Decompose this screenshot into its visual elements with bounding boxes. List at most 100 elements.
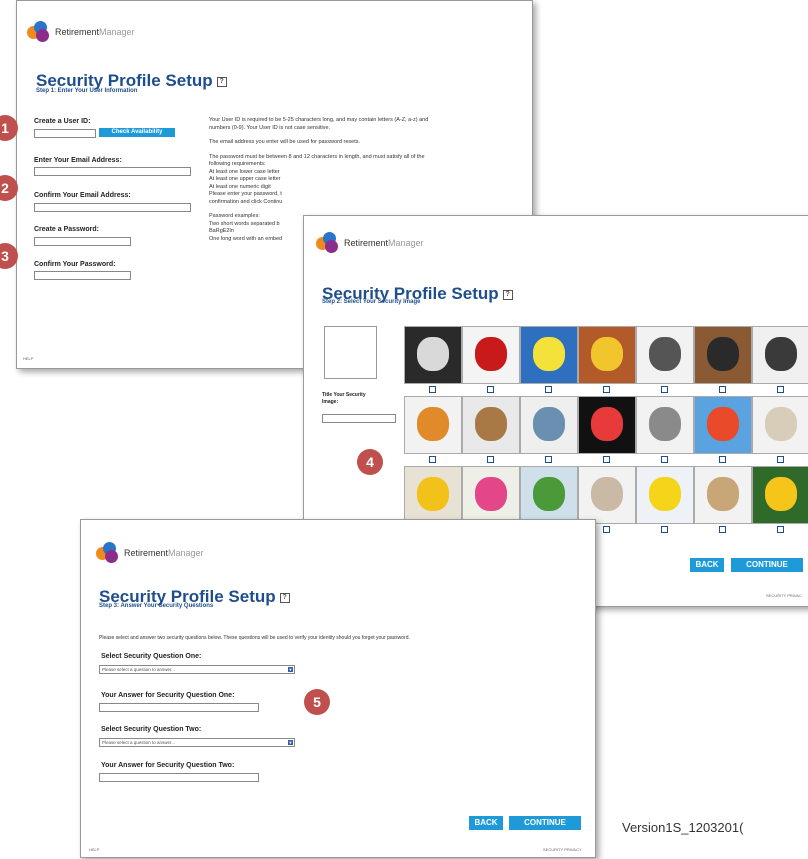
image-select-checkbox[interactable]	[603, 456, 610, 463]
step-subtitle: Step 1: Enter Your User Information	[36, 88, 138, 94]
logo-mark-icon	[96, 542, 120, 564]
sunflower-image[interactable]	[752, 466, 808, 524]
apple-image[interactable]	[462, 326, 520, 384]
brand-name: RetirementManager	[55, 27, 135, 37]
check-availability-button[interactable]: Check Availability	[99, 128, 175, 137]
desk-fan-icon	[533, 407, 565, 441]
image-select-checkbox[interactable]	[487, 386, 494, 393]
image-select-checkbox[interactable]	[603, 386, 610, 393]
image-select-checkbox[interactable]	[719, 386, 726, 393]
fan-icon	[417, 337, 449, 371]
dog-image[interactable]	[462, 396, 520, 454]
answer-two-field[interactable]	[99, 773, 259, 782]
user-id-label: Create a User ID:	[34, 118, 91, 125]
juice-image[interactable]	[404, 466, 462, 524]
juice-icon	[417, 477, 449, 511]
security-image-grid	[404, 326, 808, 536]
help-link[interactable]: HELP	[23, 356, 33, 361]
hot-air-balloon-image[interactable]	[694, 396, 752, 454]
help-icon[interactable]: ?	[279, 592, 290, 603]
camera-image[interactable]	[752, 326, 808, 384]
apple-icon	[475, 337, 507, 371]
back-button[interactable]: BACK	[469, 816, 503, 830]
image-select-checkbox[interactable]	[545, 386, 552, 393]
plant-icon	[533, 477, 565, 511]
confirm-email-label: Confirm Your Email Address:	[34, 192, 131, 199]
security-privacy-links[interactable]: SECURITY PRIVACY	[543, 847, 582, 852]
confirm-email-field[interactable]	[34, 203, 191, 212]
rabbit-icon	[591, 477, 623, 511]
question-two-select[interactable]: Please select a question to answer... ▼	[99, 738, 295, 747]
image-select-checkbox[interactable]	[719, 456, 726, 463]
intro-text: Please select and answer two security qu…	[99, 635, 410, 641]
answer-one-field[interactable]	[99, 703, 259, 712]
step-badge-4: 4	[357, 449, 383, 475]
help-link[interactable]: HELP	[89, 847, 99, 852]
image-select-checkbox[interactable]	[487, 456, 494, 463]
continue-button[interactable]: CONTINUE	[509, 816, 581, 830]
chevron-down-icon: ▼	[288, 667, 293, 672]
image-select-checkbox[interactable]	[719, 526, 726, 533]
back-button[interactable]: BACK	[690, 558, 724, 572]
email-field[interactable]	[34, 167, 191, 176]
selected-image-preview	[324, 326, 377, 379]
image-select-checkbox[interactable]	[661, 386, 668, 393]
help-icon[interactable]: ?	[502, 289, 513, 300]
image-select-checkbox[interactable]	[661, 526, 668, 533]
image-select-checkbox[interactable]	[429, 456, 436, 463]
question-two-label: Select Security Question Two:	[101, 726, 202, 733]
image-title-label: Title Your Security Image:	[322, 392, 366, 405]
button-icon	[707, 337, 739, 371]
cat-icon	[765, 407, 797, 441]
user-id-field[interactable]	[34, 129, 96, 138]
confirm-password-field[interactable]	[34, 271, 131, 280]
image-select-checkbox[interactable]	[777, 456, 784, 463]
image-select-checkbox[interactable]	[429, 386, 436, 393]
continue-button[interactable]: CONTINUE	[731, 558, 803, 572]
image-select-checkbox[interactable]	[777, 526, 784, 533]
image-select-checkbox[interactable]	[545, 456, 552, 463]
fan-image[interactable]	[404, 326, 462, 384]
question-one-select[interactable]: Please select a question to answer... ▼	[99, 665, 295, 674]
plant-image[interactable]	[520, 466, 578, 524]
desk-fan-image[interactable]	[520, 396, 578, 454]
gerbera-image[interactable]	[578, 396, 636, 454]
binoculars-image[interactable]	[636, 326, 694, 384]
logo-mark-icon	[316, 232, 340, 254]
step-subtitle: Step 3: Answer Your Security Questions	[99, 603, 214, 609]
clock-image[interactable]	[404, 396, 462, 454]
answer-one-label: Your Answer for Security Question One:	[101, 692, 235, 699]
rabbit-image[interactable]	[578, 466, 636, 524]
password-field[interactable]	[34, 237, 131, 246]
cup-icon	[591, 337, 623, 371]
balloon-icon	[533, 337, 565, 371]
pink-flower-image[interactable]	[462, 466, 520, 524]
button-image[interactable]	[694, 326, 752, 384]
wicker-ball-image[interactable]	[694, 466, 752, 524]
image-select-checkbox[interactable]	[603, 526, 610, 533]
rubber-duck-image[interactable]	[636, 466, 694, 524]
image-select-checkbox[interactable]	[777, 386, 784, 393]
step-badge-5: 5	[304, 689, 330, 715]
balloon-image[interactable]	[520, 326, 578, 384]
image-select-checkbox[interactable]	[661, 456, 668, 463]
step3-panel: RetirementManager Security Profile Setup…	[80, 519, 596, 858]
password-label: Create a Password:	[34, 226, 99, 233]
clock-icon	[417, 407, 449, 441]
kitten-image[interactable]	[752, 396, 808, 454]
camera-icon	[765, 337, 797, 371]
hair-dryer-image[interactable]	[636, 396, 694, 454]
help-icon[interactable]: ?	[216, 76, 227, 87]
hot-air-balloon-icon	[707, 407, 739, 441]
security-privacy-links[interactable]: SECURITY PRIVAC	[766, 593, 802, 598]
image-title-field[interactable]	[322, 414, 396, 423]
brand-name: RetirementManager	[124, 548, 204, 558]
confirm-password-label: Confirm Your Password:	[34, 261, 116, 268]
sunflower-icon	[765, 477, 797, 511]
flower-icon	[475, 477, 507, 511]
answer-two-label: Your Answer for Security Question Two:	[101, 762, 235, 769]
step-subtitle: Step 2: Select Your Security Image	[322, 299, 421, 305]
binoculars-icon	[649, 337, 681, 371]
cup-image[interactable]	[578, 326, 636, 384]
duck-icon	[649, 477, 681, 511]
